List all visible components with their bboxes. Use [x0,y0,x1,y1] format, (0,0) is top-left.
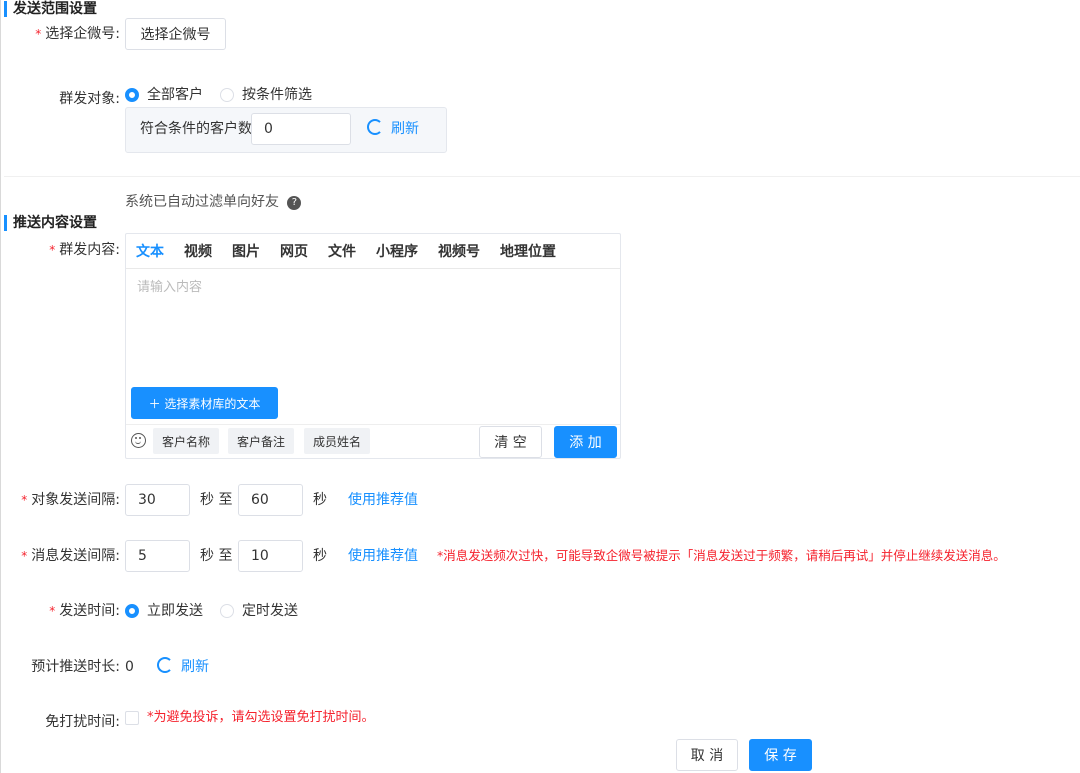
section-title-content: 推送内容设置 [4,215,97,231]
message-interval-to-input[interactable]: 10 [238,540,303,572]
tag-member-name[interactable]: 成员姓名 [304,428,371,454]
radio-checked-icon [125,88,139,102]
select-account-button[interactable]: 选择企微号 [125,18,226,50]
send-time-label: * 发送时间: [49,603,120,619]
tab-image[interactable]: 图片 [232,241,260,261]
refresh-icon [157,657,173,673]
filter-note: 系统已自动过滤单向好友 ? [125,192,302,212]
required-mark: * [49,604,56,618]
message-interval-sec-to: 秒 至 [200,548,233,564]
cancel-button[interactable]: 取 消 [676,739,738,771]
tag-customer-remark[interactable]: 客户备注 [228,428,295,454]
radio-unchecked-icon [220,604,234,618]
count-label: 符合条件的客户数 [140,121,252,137]
tab-location[interactable]: 地理位置 [500,241,556,261]
estimate-refresh-link[interactable]: 刷新 [157,657,209,677]
message-interval-sec: 秒 [313,548,327,564]
tab-text[interactable]: 文本 [136,241,164,261]
tab-mini-program[interactable]: 小程序 [376,241,418,261]
help-icon[interactable]: ? [287,196,302,210]
tag-customer-name[interactable]: 客户名称 [153,428,220,454]
required-mark: * [21,549,28,563]
message-interval-from-input[interactable]: 5 [125,540,190,572]
tab-video[interactable]: 视频 [184,241,212,261]
section-title-range: 发送范围设置 [4,1,97,17]
tab-webpage[interactable]: 网页 [280,241,308,261]
left-border [0,0,1,773]
message-interval-label: * 消息发送间隔: [21,548,120,564]
content-type-tabs: 文本 视频 图片 网页 文件 小程序 视频号 地理位置 [126,234,620,269]
divider [4,176,1080,177]
target-interval-from-input[interactable]: 30 [125,484,190,516]
estimate-value: 0 [125,659,134,675]
target-interval-recommend-link[interactable]: 使用推荐值 [348,490,418,510]
radio-filter[interactable]: 按条件筛选 [220,85,312,105]
radio-unchecked-icon [220,88,234,102]
content-textarea[interactable]: 请输入内容 [137,276,607,376]
required-mark: * [21,493,28,507]
target-interval-to-input[interactable]: 60 [238,484,303,516]
add-button[interactable]: 添 加 [554,426,617,458]
content-editor: 文本 视频 图片 网页 文件 小程序 视频号 地理位置 请输入内容 ＋ 选择素材… [125,233,621,459]
emoji-icon[interactable] [131,433,146,448]
dnd-checkbox[interactable] [125,711,139,725]
tab-channels[interactable]: 视频号 [438,241,480,261]
select-library-text-button[interactable]: ＋ 选择素材库的文本 [131,387,278,419]
count-input[interactable]: 0 [251,113,351,145]
radio-all-customers[interactable]: 全部客户 [125,85,203,105]
radio-scheduled[interactable]: 定时发送 [220,601,298,621]
radio-checked-icon [125,604,139,618]
frequency-warning: *消息发送频次过快，可能导致企微号被提示「消息发送过于频繁，请稍后再试」并停止继… [437,548,1006,563]
count-refresh-link[interactable]: 刷新 [367,119,419,139]
target-interval-sec: 秒 [313,492,327,508]
account-label: * 选择企微号: [35,26,120,42]
target-interval-label: * 对象发送间隔: [21,492,120,508]
message-interval-recommend-link[interactable]: 使用推荐值 [348,546,418,566]
tab-file[interactable]: 文件 [328,241,356,261]
content-label: * 群发内容: [49,242,120,258]
required-mark: * [49,243,56,257]
save-button[interactable]: 保 存 [749,739,812,771]
required-mark: * [35,27,42,41]
dnd-warning: *为避免投诉，请勾选设置免打扰时间。 [147,710,375,725]
clear-button[interactable]: 清 空 [479,426,542,458]
editor-bottom-divider [126,424,620,425]
dnd-label: 免打扰时间: [45,714,120,730]
estimate-label: 预计推送时长: [31,659,120,675]
target-interval-sec-to: 秒 至 [200,492,233,508]
radio-send-now[interactable]: 立即发送 [125,601,203,621]
refresh-icon [367,119,383,135]
target-label: 群发对象: [59,91,120,107]
